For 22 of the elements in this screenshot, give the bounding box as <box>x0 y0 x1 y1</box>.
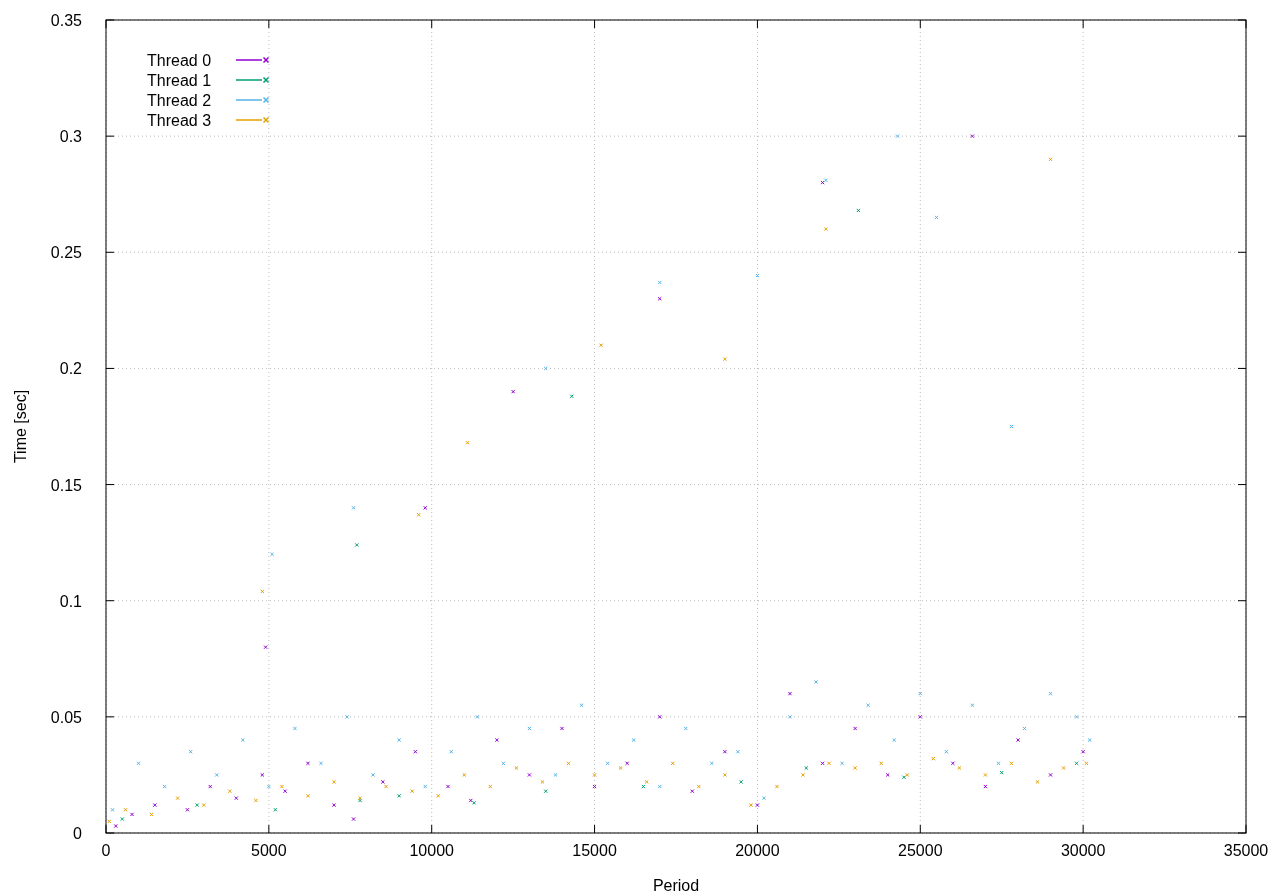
x-tick-label: 20000 <box>735 842 780 859</box>
y-tick-label: 0.15 <box>50 476 82 494</box>
x-tick-label: 35000 <box>1223 842 1269 859</box>
y-tick-label: 0.3 <box>59 128 82 146</box>
x-tick-label: 0 <box>101 842 111 859</box>
x-tick-label: 30000 <box>1060 842 1106 859</box>
y-axis-label: Time [sec] <box>12 389 29 464</box>
legend-label: Thread 0 <box>147 52 212 69</box>
x-axis-label: Period <box>652 877 700 894</box>
y-tick-label: 0.2 <box>59 360 82 378</box>
y-tick-label: 0.1 <box>59 592 82 610</box>
x-tick-label: 10000 <box>409 842 454 859</box>
legend-label: Thread 1 <box>147 72 212 89</box>
x-tick-label: 25000 <box>898 842 943 859</box>
x-tick-label: 5000 <box>251 842 287 859</box>
y-tick-label: 0.35 <box>50 12 82 29</box>
y-tick-label: 0 <box>73 825 82 842</box>
y-tick-label: 0.25 <box>50 244 82 262</box>
legend-label: Thread 3 <box>147 112 212 129</box>
legend-label: Thread 2 <box>147 92 212 109</box>
y-tick-label: 0.05 <box>50 708 82 726</box>
x-tick-label: 15000 <box>572 842 617 859</box>
